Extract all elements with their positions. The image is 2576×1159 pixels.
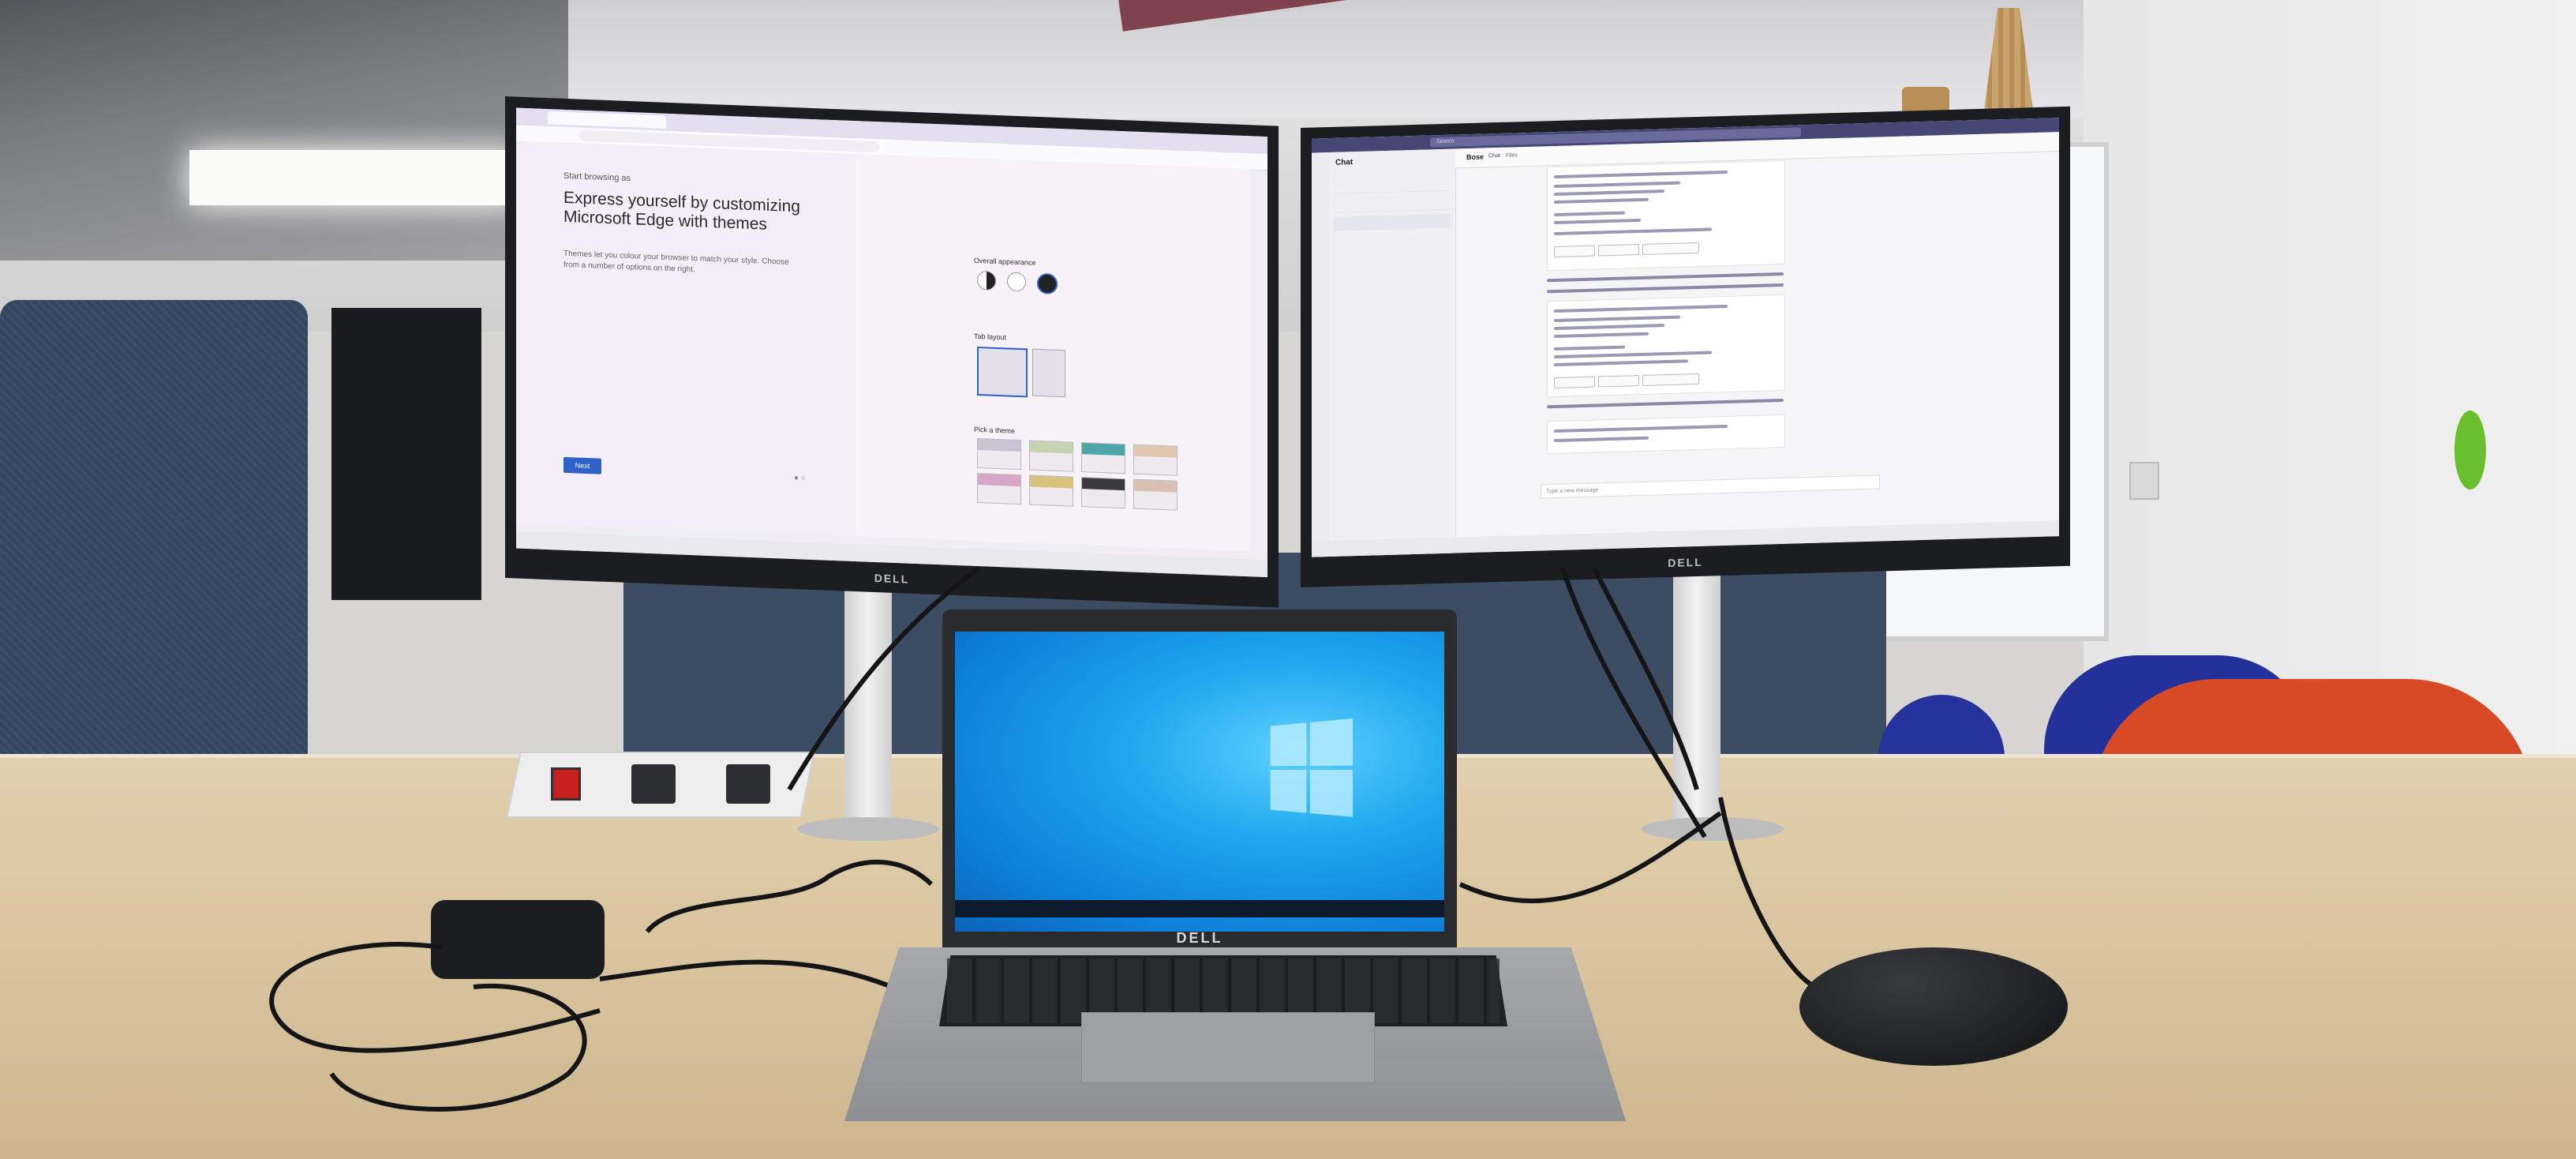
laptop-desktop	[955, 632, 1444, 932]
touchpad[interactable]	[1081, 1012, 1375, 1083]
laptop-taskbar	[955, 900, 1444, 917]
mouse[interactable]	[1799, 947, 2068, 1066]
windows-logo	[1270, 718, 1356, 820]
